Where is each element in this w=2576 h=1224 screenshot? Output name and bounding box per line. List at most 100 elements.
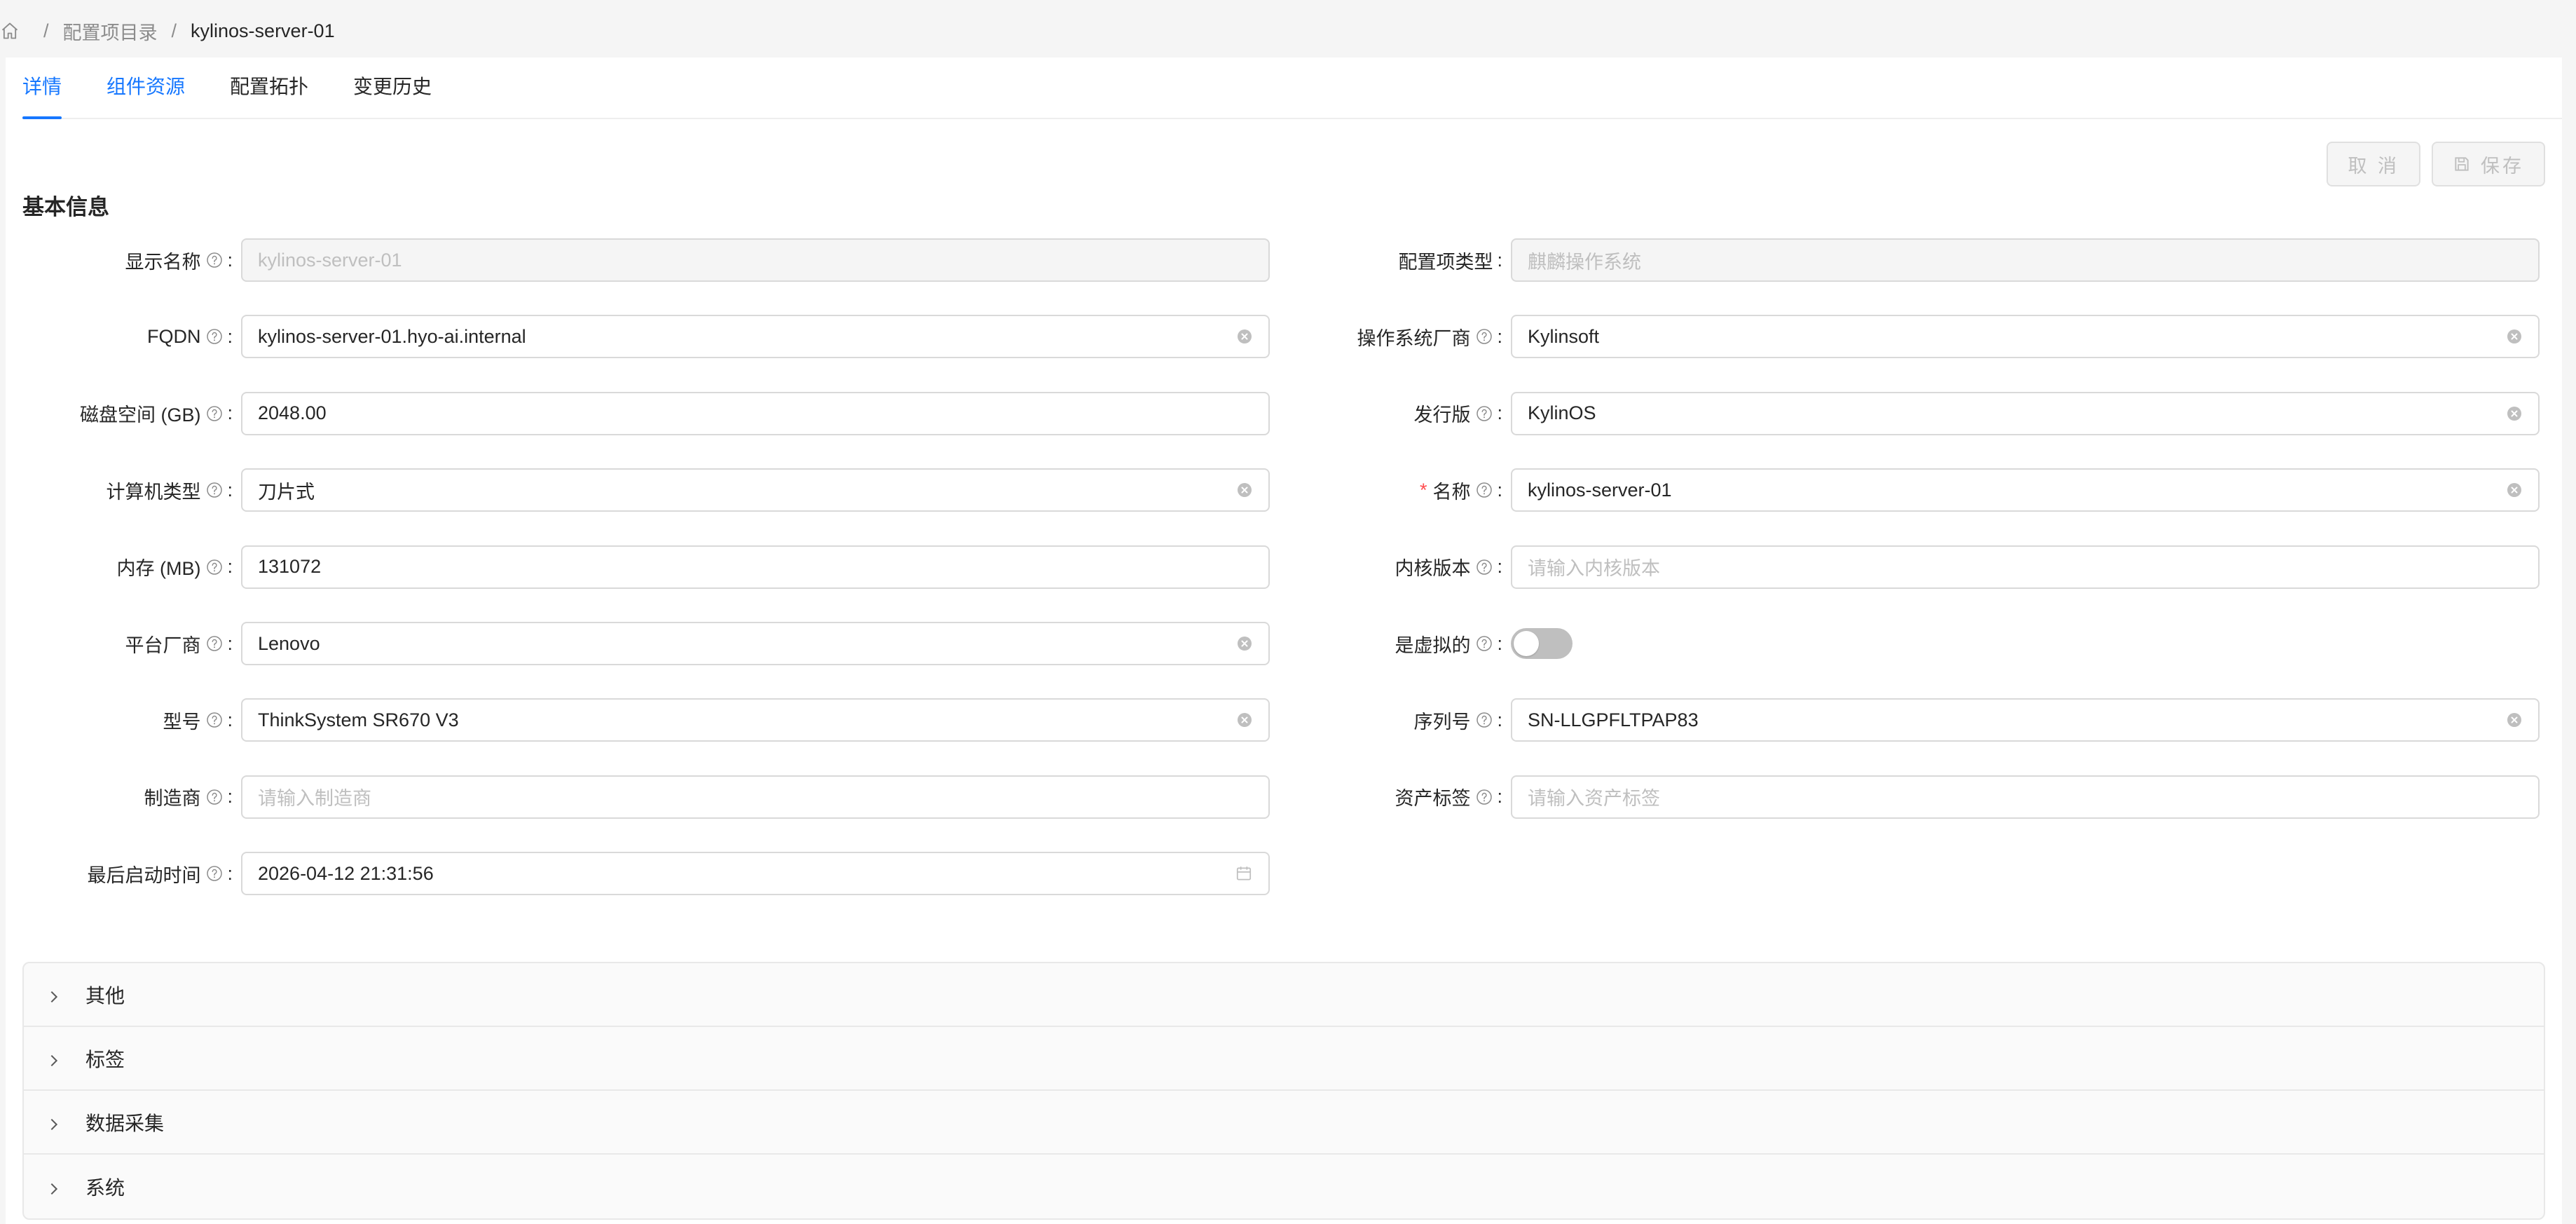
label-colon: : [227, 786, 233, 808]
field-label-text: 型号 [163, 711, 201, 733]
left-input-8[interactable]: 2026-04-12 21:31:56 [241, 852, 1270, 896]
left-input-3[interactable]: 刀片式 [241, 468, 1270, 512]
field-label-text: 序列号 [1413, 711, 1471, 733]
label-colon: : [1497, 479, 1502, 501]
panel-other[interactable]: 其他 [24, 963, 2544, 1027]
tab-bar: 详情 组件资源 配置拓扑 变更历史 [22, 57, 2562, 119]
clear-icon[interactable] [1236, 328, 1253, 345]
clear-icon[interactable] [1236, 482, 1253, 498]
breadcrumb-item-current: kylinos-server-01 [191, 20, 335, 41]
label-colon: : [1497, 709, 1502, 730]
question-circle-icon[interactable] [206, 328, 223, 345]
left-input-2[interactable]: 2048.00 [241, 391, 1270, 435]
save-icon [2453, 155, 2471, 173]
right-input-2[interactable]: KylinOS [1511, 391, 2540, 435]
calendar-icon[interactable] [1235, 864, 1253, 883]
right-input-1[interactable]: Kylinsoft [1511, 315, 2540, 359]
label-colon: : [227, 709, 233, 730]
left-input-7[interactable]: 请输入制造商 [241, 775, 1270, 819]
save-button[interactable]: 保存 [2432, 142, 2545, 186]
left-input-0: kylinos-server-01 [241, 238, 1270, 282]
clear-icon[interactable] [2506, 405, 2523, 422]
tab-change-history[interactable]: 变更历史 [353, 72, 432, 118]
label-colon: : [1497, 325, 1502, 347]
field-label-text: 资产标签 [1395, 788, 1471, 810]
right-input-6[interactable]: SN-LLGPFLTPAP83 [1511, 698, 2540, 742]
section-title-basic-info: 基本信息 [22, 195, 109, 219]
panel-system[interactable]: 系统 [24, 1155, 2544, 1218]
field-label-text: 内存 (MB) [116, 558, 201, 580]
question-circle-icon[interactable] [1476, 328, 1493, 345]
question-circle-icon[interactable] [1476, 405, 1493, 422]
clear-icon[interactable] [1236, 712, 1253, 728]
label-colon: : [1497, 249, 1502, 271]
question-circle-icon[interactable] [206, 252, 223, 268]
right-input-7[interactable]: 请输入资产标签 [1511, 775, 2540, 819]
field-label-text: 计算机类型 [106, 481, 201, 503]
form-actions: 取 消 保存 [2327, 142, 2545, 186]
input-value: Lenovo [258, 632, 320, 654]
panel-label: 标签 [85, 1048, 125, 1070]
input-value: KylinOS [1528, 402, 1596, 424]
right-field-label-6: 序列号: [1413, 698, 1502, 742]
question-circle-icon[interactable] [1476, 712, 1493, 728]
question-circle-icon[interactable] [206, 712, 223, 728]
input-value: 131072 [258, 556, 322, 578]
label-colon: : [1497, 632, 1502, 654]
left-input-6[interactable]: ThinkSystem SR670 V3 [241, 698, 1270, 742]
panel-label: 其他 [85, 984, 125, 1007]
question-circle-icon[interactable] [206, 635, 223, 652]
input-value: ThinkSystem SR670 V3 [258, 709, 459, 730]
breadcrumb-item-catalog[interactable]: 配置项目录 [63, 18, 158, 45]
breadcrumb: / 配置项目录 / kylinos-server-01 [0, 15, 335, 46]
cancel-button[interactable]: 取 消 [2327, 142, 2420, 186]
panel-data-collection[interactable]: 数据采集 [24, 1091, 2544, 1155]
field-label-text: 制造商 [144, 788, 201, 810]
question-circle-icon[interactable] [1476, 635, 1493, 652]
question-circle-icon[interactable] [1476, 789, 1493, 805]
question-circle-icon[interactable] [206, 559, 223, 576]
panel-tags[interactable]: 标签 [24, 1027, 2544, 1091]
left-input-4[interactable]: 131072 [241, 545, 1270, 589]
question-circle-icon[interactable] [1476, 559, 1493, 576]
left-field-label-4: 内存 (MB): [117, 545, 233, 589]
left-field-label-8: 最后启动时间: [87, 852, 233, 895]
tab-details[interactable]: 详情 [22, 72, 62, 119]
right-field-label-1: 操作系统厂商: [1357, 315, 1502, 358]
tab-component-resources[interactable]: 组件资源 [107, 72, 185, 118]
home-icon[interactable] [0, 21, 20, 41]
input-value: kylinos-server-01.hyo-ai.internal [258, 325, 526, 347]
question-circle-icon[interactable] [206, 865, 223, 882]
left-input-1[interactable]: kylinos-server-01.hyo-ai.internal [241, 315, 1270, 359]
clear-icon[interactable] [2506, 328, 2523, 345]
clear-icon[interactable] [2506, 712, 2523, 728]
field-label-text: 磁盘空间 (GB) [79, 404, 201, 426]
label-colon: : [227, 556, 233, 578]
input-value: SN-LLGPFLTPAP83 [1528, 709, 1699, 730]
left-input-5[interactable]: Lenovo [241, 622, 1270, 665]
left-field-label-5: 平台厂商: [125, 622, 233, 665]
panel-label: 数据采集 [85, 1112, 165, 1134]
tab-config-topology[interactable]: 配置拓扑 [230, 72, 308, 118]
question-circle-icon[interactable] [206, 789, 223, 805]
chevron-right-icon [46, 1051, 62, 1066]
input-value: 麒麟操作系统 [1528, 251, 1641, 273]
question-circle-icon[interactable] [206, 482, 223, 498]
toggle-knob [1514, 631, 1539, 656]
label-colon: : [227, 402, 233, 424]
right-input-3[interactable]: kylinos-server-01 [1511, 468, 2540, 512]
right-input-4[interactable]: 请输入内核版本 [1511, 545, 2540, 589]
field-label-text: 配置项类型 [1398, 251, 1493, 273]
question-circle-icon[interactable] [1476, 482, 1493, 498]
save-button-label: 保存 [2481, 155, 2524, 177]
is-virtual-toggle[interactable] [1511, 628, 1573, 659]
right-field-label-4: 内核版本: [1395, 545, 1502, 589]
field-label-text: FQDN [146, 325, 201, 347]
question-circle-icon[interactable] [206, 405, 223, 422]
label-colon: : [227, 862, 233, 884]
cancel-button-label: 取 消 [2348, 155, 2399, 177]
clear-icon[interactable] [1236, 635, 1253, 652]
left-field-label-3: 计算机类型: [106, 468, 233, 512]
clear-icon[interactable] [2506, 482, 2523, 498]
collapse-panels: 其他 标签 数据采集 系统 [22, 962, 2545, 1220]
